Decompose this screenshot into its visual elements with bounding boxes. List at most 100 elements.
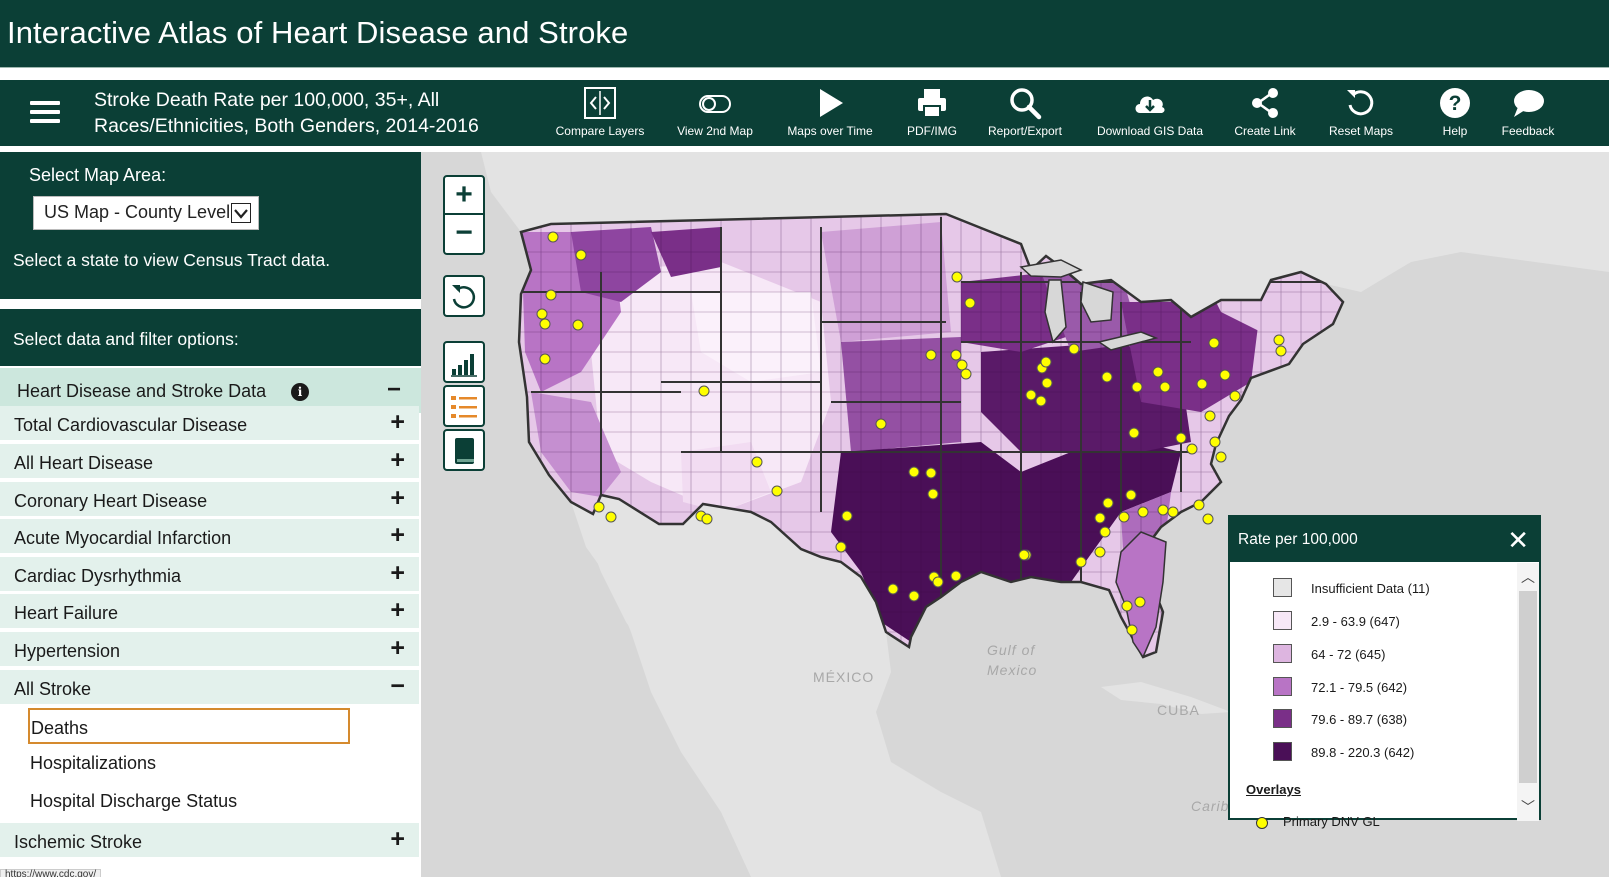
filter-header-label: Select data and filter options: bbox=[13, 329, 239, 349]
help-button[interactable]: ? Help bbox=[1425, 86, 1485, 144]
maps-over-time-label: Maps over Time bbox=[787, 124, 873, 138]
legend-header: Rate per 100,000 ✕ bbox=[1230, 517, 1539, 562]
list-icon bbox=[445, 391, 483, 423]
filter-header: Select data and filter options: bbox=[0, 309, 421, 366]
legend-item-label: 89.8 - 220.3 (642) bbox=[1311, 745, 1415, 760]
subitem-label: Hospital Discharge Status bbox=[30, 791, 238, 811]
legend-swatch bbox=[1273, 578, 1292, 597]
filter-item-coronary-heart-disease[interactable]: Coronary Heart Disease + bbox=[0, 482, 419, 518]
filter-item-ischemic-stroke[interactable]: Ischemic Stroke + bbox=[0, 823, 419, 859]
stroke-subitem-hospital-discharge-status[interactable]: Hospital Discharge Status bbox=[29, 783, 351, 819]
map-heading: Stroke Death Rate per 100,000, 35+, All … bbox=[94, 89, 479, 137]
chevron-down-icon[interactable]: ﹀ bbox=[1521, 797, 1535, 817]
expand-sign: + bbox=[390, 634, 405, 662]
filter-item-heart-failure[interactable]: Heart Failure + bbox=[0, 594, 419, 630]
filter-item-label: Hypertension bbox=[14, 641, 121, 661]
status-bar-url: https://www.cdc.gov/ bbox=[0, 869, 102, 877]
download-gis-label: Download GIS Data bbox=[1096, 124, 1204, 138]
expand-sign: + bbox=[390, 484, 405, 512]
expand-sign: + bbox=[390, 408, 405, 436]
legend-item-label: 79.6 - 89.7 (638) bbox=[1311, 712, 1408, 727]
reset-view-button[interactable] bbox=[443, 275, 485, 317]
filter-item-all-heart-disease[interactable]: All Heart Disease + bbox=[0, 444, 419, 480]
filter-item-label: All Heart Disease bbox=[14, 453, 154, 473]
toggle-icon bbox=[670, 86, 760, 120]
legend-item-label: Insufficient Data (11) bbox=[1311, 581, 1430, 596]
zoom-in-button[interactable]: + bbox=[443, 175, 485, 217]
view-2nd-map-button[interactable]: View 2nd Map bbox=[670, 86, 760, 144]
gulf-of-mexico-label: Gulf of Mexico bbox=[987, 642, 1038, 678]
menu-toggle-button[interactable] bbox=[30, 99, 60, 125]
feedback-button[interactable]: Feedback bbox=[1493, 86, 1563, 144]
bar-chart-icon bbox=[445, 347, 483, 379]
help-icon: ? bbox=[1425, 86, 1485, 120]
help-label: Help bbox=[1442, 124, 1468, 138]
maps-over-time-button[interactable]: Maps over Time bbox=[785, 86, 875, 144]
zoom-out-button[interactable]: − bbox=[443, 213, 485, 255]
legend-swatch bbox=[1273, 742, 1292, 761]
pdf-img-button[interactable]: PDF/IMG bbox=[897, 86, 967, 144]
chevron-down-icon bbox=[231, 203, 251, 223]
filter-item-total-cardiovascular-disease[interactable]: Total Cardiovascular Disease + bbox=[0, 406, 419, 442]
filter-item-cardiac-dysrhythmia[interactable]: Cardiac Dysrhythmia + bbox=[0, 557, 419, 593]
group-title: Heart Disease and Stroke Data bbox=[17, 381, 267, 401]
chart-view-button[interactable] bbox=[443, 341, 485, 383]
filter-item-all-stroke[interactable]: All Stroke − bbox=[0, 670, 419, 706]
legend-list-button[interactable] bbox=[443, 385, 485, 427]
scrollbar-thumb[interactable] bbox=[1519, 591, 1537, 783]
cloud-download-icon bbox=[1095, 86, 1205, 120]
chevron-up-icon[interactable]: ︿ bbox=[1521, 567, 1535, 587]
caribbean-label: Carib bbox=[1191, 798, 1230, 814]
filter-item-label: Acute Myocardial Infarction bbox=[14, 528, 232, 548]
map-area-select[interactable]: US Map - County Level bbox=[33, 196, 259, 230]
collapse-sign: − bbox=[386, 376, 401, 403]
overlays-title: Overlays bbox=[1246, 782, 1301, 797]
filter-item-label: Ischemic Stroke bbox=[14, 832, 143, 852]
filter-item-label: Coronary Heart Disease bbox=[14, 491, 208, 511]
expand-sign: + bbox=[390, 596, 405, 624]
hamburger-line bbox=[30, 110, 60, 114]
play-icon bbox=[785, 86, 875, 120]
app-root: Interactive Atlas of Heart Disease and S… bbox=[0, 0, 1609, 877]
printer-icon bbox=[897, 86, 967, 120]
compare-layers-button[interactable]: Compare Layers bbox=[555, 86, 645, 144]
overlay-point-swatch bbox=[1256, 817, 1268, 829]
chat-bubble-icon bbox=[1493, 86, 1563, 120]
stroke-subitem-deaths[interactable]: Deaths bbox=[28, 708, 350, 744]
legend-panel: Rate per 100,000 ✕ ︿ ﹀ Insufficient Data… bbox=[1228, 515, 1541, 829]
hamburger-line bbox=[30, 119, 60, 123]
create-link-button[interactable]: Create Link bbox=[1225, 86, 1305, 144]
cuba-label: CUBA bbox=[1157, 702, 1200, 718]
mexico-label: MÉXICO bbox=[813, 669, 875, 685]
filter-item-label: All Stroke bbox=[14, 679, 92, 699]
info-icon[interactable]: i bbox=[291, 383, 309, 401]
filter-item-hypertension[interactable]: Hypertension + bbox=[0, 632, 419, 668]
expand-sign: + bbox=[390, 446, 405, 474]
map-area-selected-value: US Map - County Level bbox=[44, 202, 231, 222]
reset-maps-button[interactable]: Reset Maps bbox=[1321, 86, 1401, 144]
overlay-item-label: Primary DNV GL bbox=[1283, 814, 1380, 829]
report-export-label: Report/Export bbox=[987, 124, 1063, 138]
pdf-img-label: PDF/IMG bbox=[907, 124, 957, 138]
legend-swatch bbox=[1273, 677, 1292, 696]
download-gis-button[interactable]: Download GIS Data bbox=[1095, 86, 1205, 144]
subitem-label: Hospitalizations bbox=[30, 753, 157, 773]
title-bar: Interactive Atlas of Heart Disease and S… bbox=[0, 0, 1609, 68]
close-icon[interactable]: ✕ bbox=[1507, 525, 1529, 556]
report-export-button[interactable]: Report/Export bbox=[980, 86, 1070, 144]
stroke-subitem-hospitalizations[interactable]: Hospitalizations bbox=[29, 745, 351, 781]
legend-swatch bbox=[1273, 611, 1292, 630]
refresh-icon bbox=[445, 281, 483, 313]
minus-icon: − bbox=[455, 216, 473, 249]
legend-scrollbar[interactable]: ︿ ﹀ bbox=[1517, 563, 1539, 821]
book-icon bbox=[445, 435, 483, 467]
legend-swatch bbox=[1273, 709, 1292, 728]
create-link-label: Create Link bbox=[1234, 124, 1296, 138]
expand-sign: + bbox=[390, 559, 405, 587]
filter-item-acute-myocardial-infarction[interactable]: Acute Myocardial Infarction + bbox=[0, 519, 419, 555]
search-icon bbox=[980, 86, 1070, 120]
data-sources-button[interactable] bbox=[443, 429, 485, 471]
hamburger-line bbox=[30, 101, 60, 105]
map-area-panel: Select Map Area: US Map - County Level S… bbox=[0, 152, 421, 299]
data-accordion: Heart Disease and Stroke Data i − Total … bbox=[0, 368, 421, 877]
